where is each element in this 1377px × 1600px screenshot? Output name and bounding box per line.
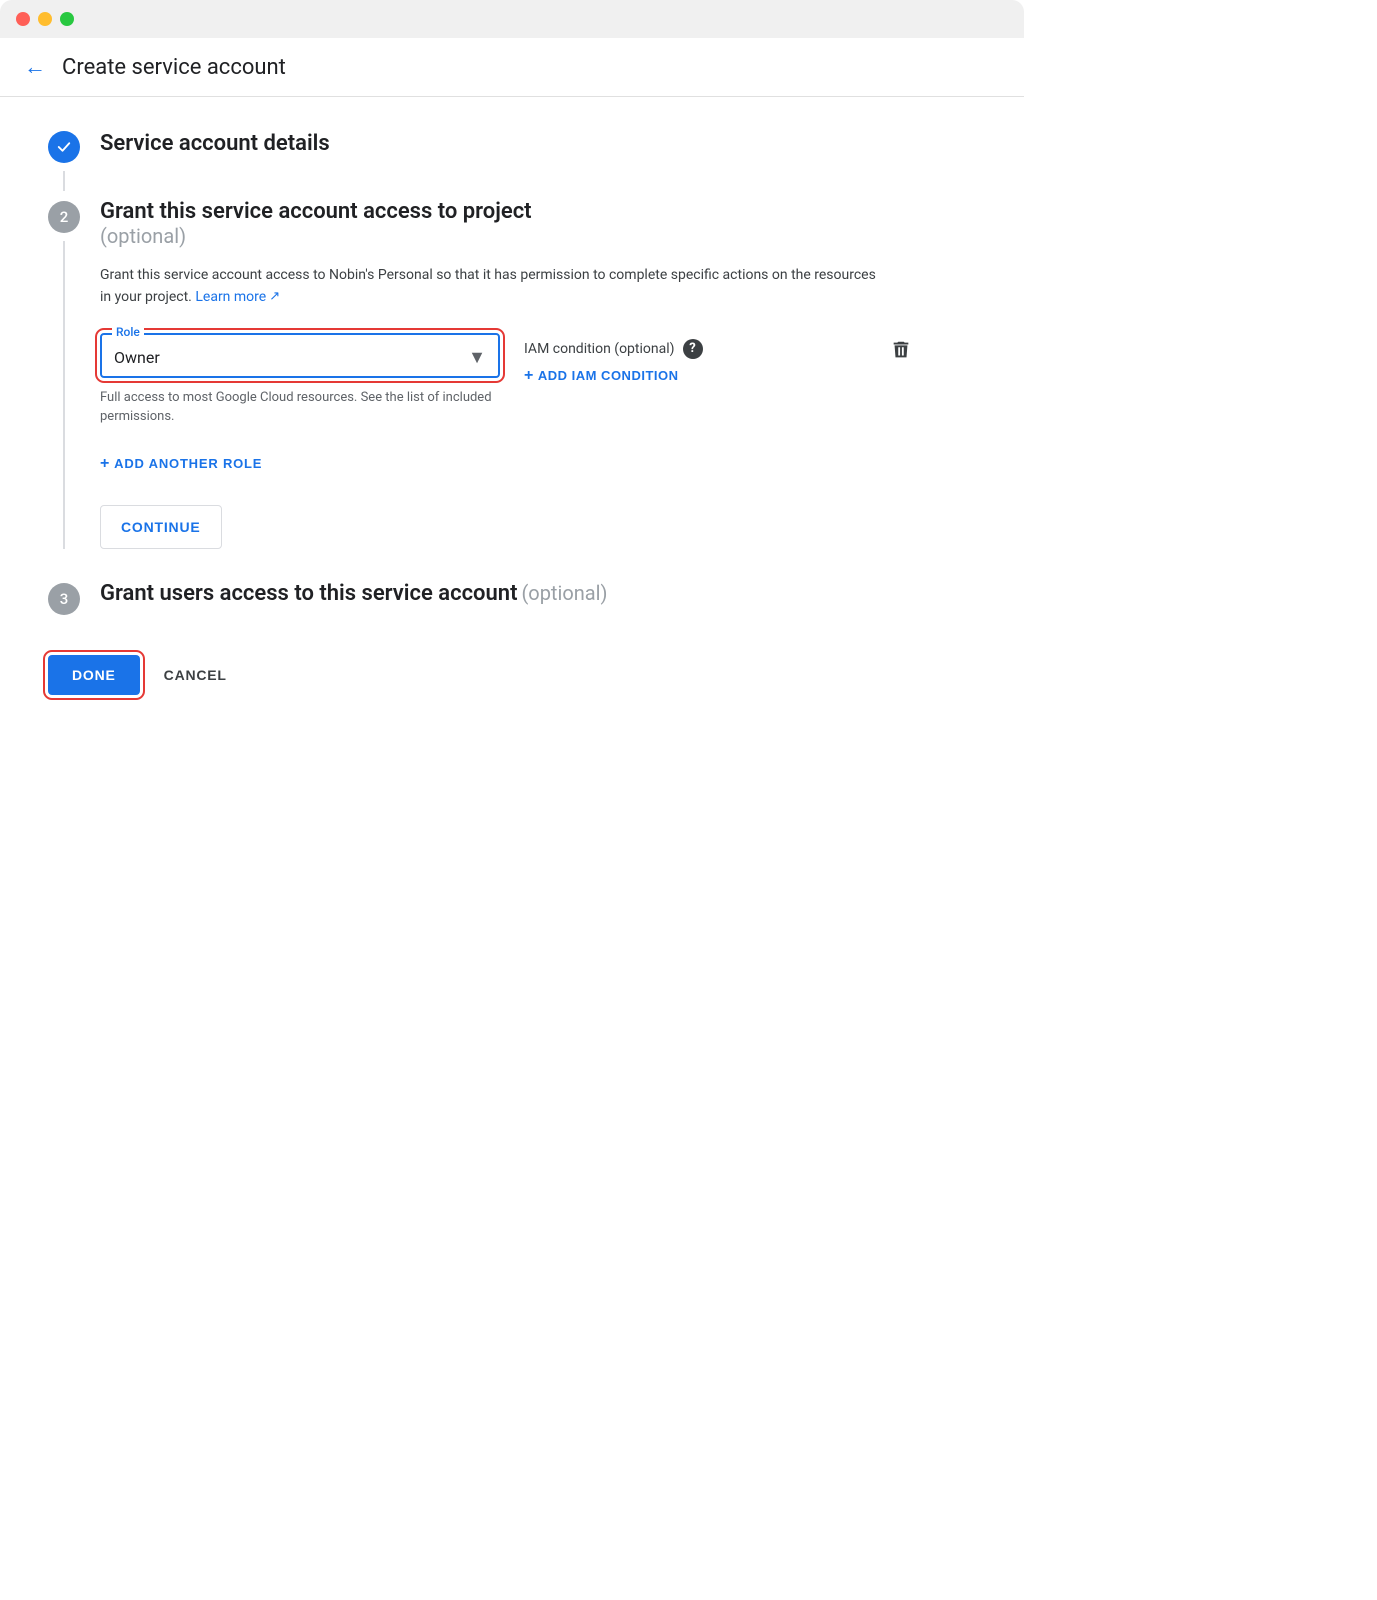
bottom-buttons: DONE CANCEL	[48, 655, 912, 695]
trash-icon	[890, 339, 912, 361]
step1-title: Service account details	[100, 129, 330, 156]
plus-icon: +	[524, 367, 534, 385]
step3-badge: 3	[48, 583, 80, 615]
iam-condition-label: IAM condition (optional)	[524, 341, 675, 357]
step2-badge: 2	[48, 201, 80, 233]
continue-button[interactable]: CONTINUE	[100, 505, 222, 549]
maximize-dot[interactable]	[60, 12, 74, 26]
title-bar: ← Create service account	[0, 38, 1024, 97]
plus-another-icon: +	[100, 455, 110, 473]
done-button[interactable]: DONE	[48, 655, 140, 695]
step1-connector	[63, 171, 65, 191]
step3-row: 3 Grant users access to this service acc…	[48, 581, 912, 615]
step2-row: 2 Grant this service account access to p…	[48, 199, 912, 549]
step2-connector	[63, 241, 65, 549]
close-dot[interactable]	[16, 12, 30, 26]
iam-condition-col: IAM condition (optional) ? + ADD IAM CON…	[524, 333, 703, 385]
role-iam-row: Role Owner ▼ Full access to most Google …	[100, 333, 912, 427]
delete-role-button[interactable]	[890, 339, 912, 366]
cancel-button[interactable]: CANCEL	[140, 655, 251, 695]
step3-title: Grant users access to this service accou…	[100, 579, 517, 606]
main-content: Service account details 2 Grant this ser…	[0, 97, 960, 727]
role-label: Role	[112, 325, 144, 339]
learn-more-link[interactable]: Learn more ↗	[195, 286, 280, 308]
step2-content: Grant this service account access to pro…	[100, 199, 912, 549]
external-link-icon: ↗	[269, 287, 280, 308]
add-another-role-button[interactable]: + ADD ANOTHER ROLE	[100, 455, 262, 473]
role-select-inner: Owner ▼	[114, 343, 486, 368]
role-value: Owner	[114, 348, 160, 367]
add-iam-label: ADD IAM CONDITION	[538, 368, 679, 383]
help-icon[interactable]: ?	[683, 339, 703, 359]
step3-optional: (optional)	[521, 581, 607, 605]
dropdown-arrow-icon: ▼	[468, 347, 486, 368]
page-title: Create service account	[62, 55, 286, 80]
step2-title-optional: (optional)	[100, 224, 186, 248]
add-another-role-label: ADD ANOTHER ROLE	[114, 456, 262, 471]
minimize-dot[interactable]	[38, 12, 52, 26]
step1-row: Service account details	[48, 129, 912, 191]
step2-description: Grant this service account access to Nob…	[100, 264, 880, 309]
learn-more-label: Learn more	[195, 286, 266, 308]
step2-title-main: Grant this service account access to pro…	[100, 199, 532, 224]
role-description: Full access to most Google Cloud resourc…	[100, 388, 500, 427]
iam-condition-title-row: IAM condition (optional) ?	[524, 339, 703, 359]
back-button[interactable]: ←	[24, 54, 46, 80]
role-select-container[interactable]: Role Owner ▼	[100, 333, 500, 378]
step2-title-row: Grant this service account access to pro…	[100, 199, 912, 248]
step1-badge	[48, 131, 80, 163]
window-chrome	[0, 0, 1024, 38]
add-iam-condition-button[interactable]: + ADD IAM CONDITION	[524, 367, 703, 385]
checkmark-icon	[55, 138, 73, 156]
